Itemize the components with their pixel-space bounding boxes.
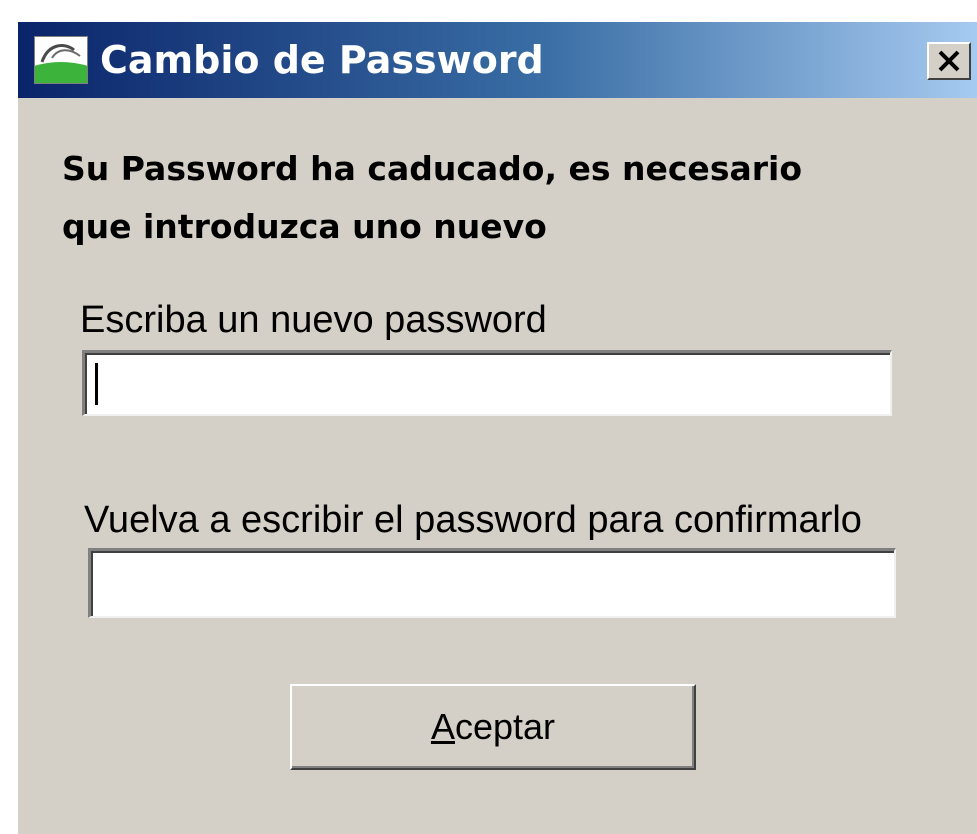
expired-message: Su Password ha caducado, es necesario qu…: [62, 140, 802, 256]
message-line-1: Su Password ha caducado, es necesario: [62, 149, 802, 188]
password-change-dialog: Cambio de Password Su Password ha caduca…: [16, 20, 977, 834]
window-title: Cambio de Password: [100, 38, 544, 82]
app-logo-icon: [34, 36, 88, 84]
confirm-password-field[interactable]: [88, 548, 896, 618]
close-icon: [938, 50, 960, 72]
new-password-field[interactable]: [82, 350, 892, 416]
message-line-2: que introduzca uno nuevo: [62, 207, 547, 246]
accept-button-mnemonic: A: [430, 706, 455, 747]
close-button[interactable]: [927, 42, 971, 80]
text-caret: [95, 363, 98, 405]
new-password-input[interactable]: [85, 353, 890, 414]
accept-button[interactable]: Aceptar: [290, 684, 696, 770]
title-bar[interactable]: Cambio de Password: [18, 22, 977, 98]
accept-button-label: ceptar: [454, 706, 556, 747]
new-password-label: Escriba un nuevo password: [80, 299, 547, 341]
confirm-password-label: Vuelva a escribir el password para confi…: [84, 499, 862, 541]
confirm-password-input[interactable]: [91, 551, 894, 616]
